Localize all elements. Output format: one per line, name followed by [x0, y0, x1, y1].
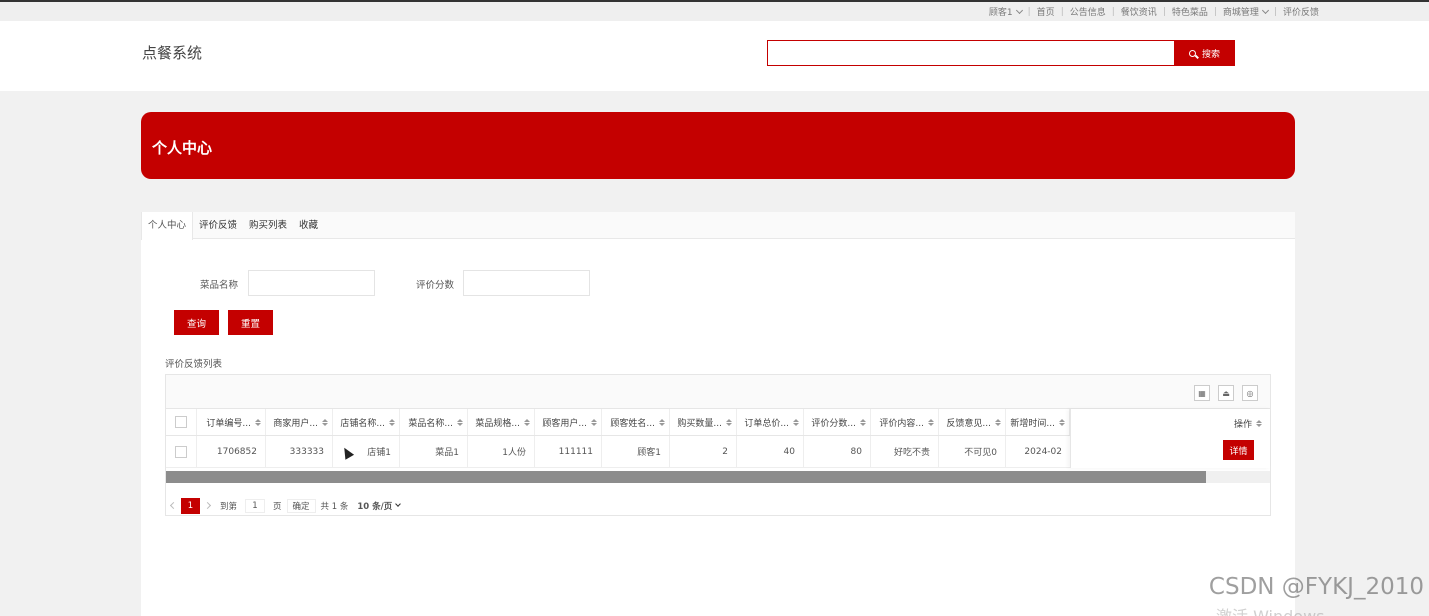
pagination: 1 到第 1 页 确定 共 1 条 10 条/页 [165, 496, 1271, 516]
sort-icon [659, 418, 665, 426]
content-panel: 个人中心 评价反馈 购买列表 收藏 菜品名称 评价分数 查询 重置 评价反馈列表… [141, 212, 1295, 616]
top-bar: 顾客1 | 首页 | 公告信息 | 餐饮资讯 | 特色菜品 | 商城管理 | 评… [0, 0, 1429, 21]
query-button[interactable]: 查询 [174, 310, 219, 335]
nav-featured-dishes[interactable]: 特色菜品 [1166, 5, 1214, 18]
scrollbar-thumb[interactable] [166, 471, 1206, 483]
total-count: 共 1 条 [320, 501, 349, 512]
top-nav: 顾客1 | 首页 | 公告信息 | 餐饮资讯 | 特色菜品 | 商城管理 | 评… [983, 5, 1325, 18]
cell-content: 好吃不贵 [871, 436, 939, 467]
tab-feedback[interactable]: 评价反馈 [193, 212, 243, 238]
chevron-down-icon [395, 501, 402, 507]
reset-button[interactable]: 重置 [228, 310, 273, 335]
columns-icon[interactable]: ▦ [1194, 385, 1210, 401]
chevron-down-icon [1261, 6, 1269, 14]
cell-created-time: 2024-02 [1024, 446, 1062, 457]
sort-icon [322, 418, 328, 426]
activation-watermark: 激活 Windows [1216, 603, 1325, 616]
cell-dish-name: 菜品1 [400, 436, 468, 467]
cell-customer-name: 顾客1 [602, 436, 670, 467]
goto-label: 到第 [220, 501, 238, 512]
tab-favorites[interactable]: 收藏 [293, 212, 324, 238]
sort-icon [255, 418, 261, 426]
nav-feedback[interactable]: 评价反馈 [1277, 5, 1325, 18]
header-reply[interactable]: 反馈意见... [939, 409, 1006, 435]
header-checkbox-cell [166, 409, 197, 435]
next-page-button[interactable] [200, 498, 215, 514]
logo[interactable]: 点餐系统 [142, 42, 202, 63]
operation-column: 操作 详情 [1070, 409, 1270, 468]
tab-bar: 个人中心 评价反馈 购买列表 收藏 [141, 212, 1295, 240]
print-icon[interactable]: ◎ [1242, 385, 1258, 401]
dish-name-label: 菜品名称 [200, 280, 239, 291]
search-input[interactable] [767, 40, 1175, 66]
sort-icon [860, 418, 866, 426]
nav-shop-manage[interactable]: 商城管理 [1217, 5, 1274, 18]
sort-icon [1059, 418, 1065, 426]
nav-news[interactable]: 餐饮资讯 [1115, 5, 1163, 18]
page-title: 个人中心 [152, 139, 213, 157]
cell-dish-spec: 1人份 [468, 436, 535, 467]
row-checkbox-cell [166, 436, 197, 467]
page-banner: 个人中心 [141, 112, 1295, 179]
watermark: CSDN @FYKJ_2010 [1208, 574, 1424, 600]
list-title: 评价反馈列表 [165, 359, 223, 370]
sort-icon [793, 418, 799, 426]
header-customer-name[interactable]: 顾客姓名... [602, 409, 670, 435]
header-shop-name[interactable]: 店铺名称... [333, 409, 400, 435]
score-input[interactable] [463, 270, 590, 296]
prev-page-button[interactable] [166, 498, 181, 514]
tab-purchase-list[interactable]: 购买列表 [243, 212, 293, 238]
data-table: ▦ ⏏ ◎ 订单编号... 商家用户... 店铺名称... 菜品名称... 菜品… [165, 374, 1271, 515]
search-button[interactable]: 搜索 [1174, 40, 1235, 66]
cell-total-price: 40 [737, 436, 804, 467]
cell-score: 80 [804, 436, 871, 467]
header-quantity[interactable]: 购买数量... [670, 409, 737, 435]
detail-button[interactable]: 详情 [1223, 440, 1254, 460]
goto-page-input[interactable]: 1 [245, 498, 266, 513]
score-label: 评价分数 [416, 280, 455, 291]
page-size-select[interactable]: 10 条/页 [353, 500, 404, 512]
row-checkbox[interactable] [175, 445, 187, 458]
dish-name-input[interactable] [248, 270, 375, 296]
export-icon[interactable]: ⏏ [1218, 385, 1234, 401]
chevron-down-icon [1015, 6, 1023, 14]
cell-order-no: 1706852 [197, 436, 266, 467]
sort-icon [389, 418, 395, 426]
table-toolbar: ▦ ⏏ ◎ [166, 375, 1270, 409]
header-score[interactable]: 评价分数... [804, 409, 871, 435]
header-operation: 操作 [1234, 417, 1262, 430]
header-customer-user[interactable]: 顾客用户... [535, 409, 602, 435]
chevron-left-icon [169, 501, 178, 510]
header-dish-spec[interactable]: 菜品规格... [468, 409, 535, 435]
horizontal-scrollbar[interactable] [166, 471, 1270, 483]
header-total-price[interactable]: 订单总价... [737, 409, 804, 435]
header-created-time[interactable]: 新增时间... [1006, 409, 1070, 435]
header-order-no[interactable]: 订单编号... [197, 409, 266, 435]
nav-home[interactable]: 首页 [1031, 5, 1061, 18]
sort-icon [524, 418, 530, 426]
header: 点餐系统 搜索 [0, 21, 1429, 91]
sort-icon [726, 418, 732, 426]
sort-icon [1256, 420, 1262, 427]
goto-confirm-button[interactable]: 确定 [286, 498, 316, 513]
search-icon [1188, 49, 1196, 57]
page-unit-label: 页 [273, 501, 282, 512]
cell-customer-user: 111111 [535, 436, 602, 467]
cell-quantity: 2 [670, 436, 737, 467]
header-dish-name[interactable]: 菜品名称... [400, 409, 468, 435]
page-number-current[interactable]: 1 [181, 497, 200, 514]
header-merchant-user[interactable]: 商家用户... [266, 409, 333, 435]
sort-icon [591, 418, 597, 426]
header-content[interactable]: 评价内容... [871, 409, 939, 435]
sort-icon [928, 418, 934, 426]
nav-announcements[interactable]: 公告信息 [1064, 5, 1112, 18]
chevron-right-icon [203, 501, 212, 510]
select-all-checkbox[interactable] [175, 416, 187, 428]
nav-user-menu[interactable]: 顾客1 [983, 5, 1028, 18]
sort-icon [457, 418, 463, 426]
cell-reply: 不可见0 [939, 436, 1006, 467]
tab-personal-center[interactable]: 个人中心 [141, 212, 194, 240]
cell-merchant-user: 333333 [266, 436, 333, 467]
sort-icon [995, 418, 1001, 426]
